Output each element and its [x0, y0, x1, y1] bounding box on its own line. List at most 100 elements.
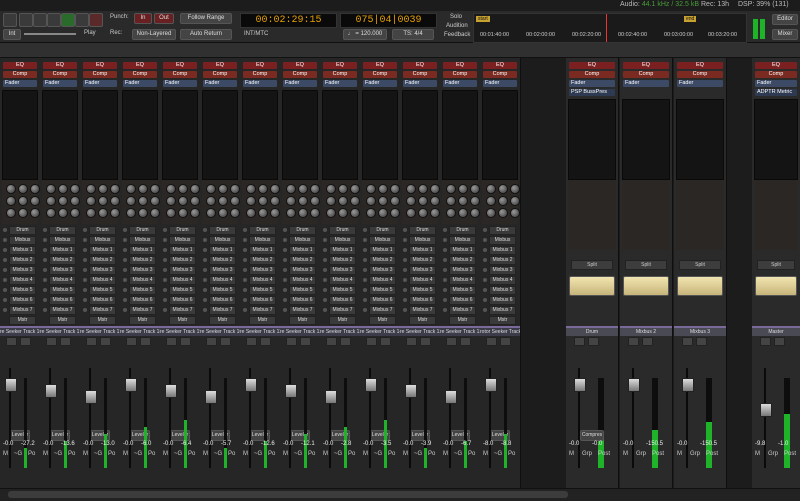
volume-value[interactable]: -0.0	[443, 441, 453, 447]
pan-value[interactable]: -27.2	[21, 441, 35, 447]
send-active-icon[interactable]	[3, 268, 7, 272]
send-active-icon[interactable]	[323, 248, 327, 252]
send-slot[interactable]: Mixbus 6	[329, 296, 356, 305]
trim-knob-icon[interactable]	[126, 184, 136, 194]
send-slot[interactable]: Mixbus 4	[409, 276, 436, 285]
send-slot[interactable]: Mstr	[9, 316, 36, 325]
send-slot[interactable]: Mixbus 4	[129, 276, 156, 285]
track-name[interactable]: re Seeker Track 13	[320, 326, 360, 336]
comp-insert[interactable]: Comp	[403, 71, 437, 78]
trim-knob-icon[interactable]	[310, 196, 320, 206]
solo-button[interactable]	[100, 337, 111, 346]
play-icon[interactable]	[61, 13, 75, 27]
split-button[interactable]: Split	[625, 260, 667, 270]
volume-value[interactable]: -0.0	[123, 441, 133, 447]
send-active-icon[interactable]	[163, 228, 167, 232]
send-active-icon[interactable]	[283, 238, 287, 242]
leveler-button[interactable]: Leveler	[410, 430, 430, 441]
trim-knob-icon[interactable]	[338, 184, 348, 194]
trim-knob-icon[interactable]	[98, 196, 108, 206]
mixer-button[interactable]: Mixer	[772, 29, 798, 40]
trim-knob-icon[interactable]	[138, 196, 148, 206]
trim-knob-icon[interactable]	[206, 196, 216, 206]
trim-knob-icon[interactable]	[70, 208, 80, 218]
group-label[interactable]: Grp	[636, 451, 646, 457]
volume-fader[interactable]	[365, 378, 377, 392]
send-slot[interactable]: Mixbus 6	[9, 296, 36, 305]
rec-mode-select[interactable]: Non-Layered	[132, 29, 176, 40]
trim-knob-icon[interactable]	[350, 184, 360, 194]
send-active-icon[interactable]	[283, 268, 287, 272]
insert-list[interactable]	[442, 90, 478, 180]
trim-knob-icon[interactable]	[446, 208, 456, 218]
trim-knob-icon[interactable]	[86, 196, 96, 206]
post-label[interactable]: Post	[706, 451, 718, 457]
leveler-button[interactable]: Leveler	[450, 430, 470, 441]
comp-insert[interactable]: Comp	[203, 71, 237, 78]
post-label[interactable]: Po	[428, 451, 435, 457]
send-active-icon[interactable]	[243, 268, 247, 272]
send-slot[interactable]: Mixbus	[89, 236, 116, 245]
solo-button[interactable]	[140, 337, 151, 346]
trim-knob-icon[interactable]	[246, 196, 256, 206]
send-slot[interactable]: Drum	[169, 226, 196, 235]
mute-label[interactable]: M	[3, 451, 8, 457]
send-slot[interactable]: Mixbus 2	[9, 256, 36, 265]
track-name[interactable]: re Seeker Track 14	[360, 326, 400, 336]
mute-button[interactable]	[486, 337, 497, 346]
insert-list[interactable]	[122, 90, 158, 180]
send-slot[interactable]: Mixbus	[209, 236, 236, 245]
send-active-icon[interactable]	[443, 238, 447, 242]
track-name[interactable]: rotor Seeker Track 14	[480, 326, 520, 336]
trim-knob-icon[interactable]	[350, 196, 360, 206]
trim-knob-icon[interactable]	[418, 184, 428, 194]
pan-value[interactable]: -6.0	[141, 441, 151, 447]
post-label[interactable]: Po	[108, 451, 115, 457]
end-marker[interactable]: end	[684, 16, 697, 22]
mute-label[interactable]: M	[623, 451, 628, 457]
send-slot[interactable]: Mixbus 7	[329, 306, 356, 315]
send-active-icon[interactable]	[323, 258, 327, 262]
volume-value[interactable]: -0.0	[363, 441, 373, 447]
eq-insert[interactable]: EQ	[83, 62, 117, 69]
send-active-icon[interactable]	[83, 278, 87, 282]
send-active-icon[interactable]	[203, 238, 207, 242]
volume-fader[interactable]	[682, 378, 694, 392]
trim-knob-icon[interactable]	[366, 184, 376, 194]
send-slot[interactable]: Mixbus 7	[249, 306, 276, 315]
send-slot[interactable]: Mixbus 5	[489, 286, 516, 295]
pan-value[interactable]: -0.0	[592, 441, 602, 447]
send-active-icon[interactable]	[443, 268, 447, 272]
send-slot[interactable]: Mixbus	[129, 236, 156, 245]
leveler-button[interactable]: Leveler	[210, 430, 230, 441]
group-label[interactable]: ~G	[54, 451, 62, 457]
trim-knob-icon[interactable]	[366, 196, 376, 206]
trim-knob-icon[interactable]	[418, 208, 428, 218]
mute-label[interactable]: M	[677, 451, 682, 457]
send-active-icon[interactable]	[3, 238, 7, 242]
send-active-icon[interactable]	[3, 248, 7, 252]
send-active-icon[interactable]	[203, 248, 207, 252]
trim-knob-icon[interactable]	[190, 196, 200, 206]
adptr-insert[interactable]: ADPTR Metric	[755, 89, 797, 96]
time-signature-display[interactable]: TS: 4/4	[392, 29, 434, 40]
send-slot[interactable]: Mixbus 5	[249, 286, 276, 295]
start-marker[interactable]: start	[476, 16, 490, 22]
eq-insert[interactable]: EQ	[323, 62, 357, 69]
volume-fader[interactable]	[445, 390, 457, 404]
send-slot[interactable]: Mixbus 7	[89, 306, 116, 315]
track-name[interactable]: re Seeker Track 12	[400, 326, 440, 336]
send-slot[interactable]: Drum	[9, 226, 36, 235]
send-slot[interactable]: Mixbus 3	[89, 266, 116, 275]
send-slot[interactable]: Mixbus 2	[329, 256, 356, 265]
send-active-icon[interactable]	[43, 238, 47, 242]
online-icon[interactable]	[3, 13, 17, 27]
send-active-icon[interactable]	[243, 308, 247, 312]
trim-knob-icon[interactable]	[110, 208, 120, 218]
send-active-icon[interactable]	[283, 298, 287, 302]
send-slot[interactable]: Mixbus 6	[289, 296, 316, 305]
fader-insert[interactable]: Fader	[323, 80, 357, 87]
send-active-icon[interactable]	[43, 288, 47, 292]
send-slot[interactable]: Mixbus	[449, 236, 476, 245]
send-slot[interactable]: Mixbus 5	[369, 286, 396, 295]
